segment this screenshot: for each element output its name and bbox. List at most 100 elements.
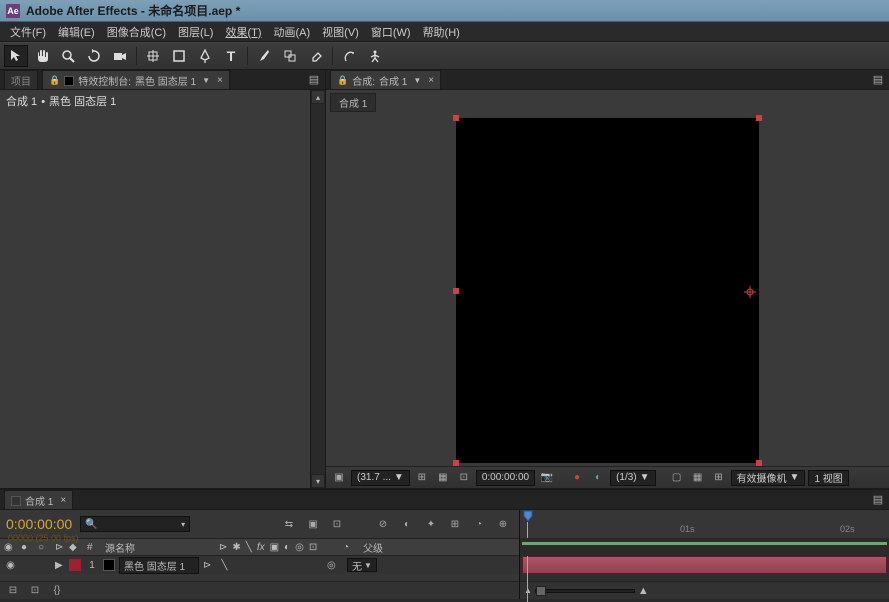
brainstorm-icon[interactable]: ✦ xyxy=(421,515,441,533)
zoom-dropdown[interactable]: (31.7 ...▼ xyxy=(351,470,410,486)
expand-icon[interactable]: ▶ xyxy=(55,560,65,571)
ratio-dropdown[interactable]: (1/3)▼ xyxy=(610,470,655,486)
handle-top-right[interactable] xyxy=(756,115,762,121)
handle-bottom-right[interactable] xyxy=(756,460,762,466)
scroll-down-icon[interactable]: ▾ xyxy=(311,474,325,488)
shy-icon[interactable]: ⊳ xyxy=(55,542,65,553)
label-icon[interactable]: ◆ xyxy=(69,542,83,553)
views-dropdown[interactable]: 1 视图 xyxy=(808,470,848,486)
chevron-down-icon[interactable]: ▼ xyxy=(411,76,421,85)
camera-dropdown[interactable]: 有效摄像机▼ xyxy=(731,470,806,486)
scroll-up-icon[interactable]: ▴ xyxy=(311,90,325,104)
hide-shy-icon[interactable]: ⊡ xyxy=(327,515,347,533)
always-preview-icon[interactable]: ▣ xyxy=(330,470,348,486)
panel-menu-icon[interactable]: ▤ xyxy=(871,73,885,87)
tool-puppet[interactable] xyxy=(363,45,387,67)
menu-window[interactable]: 窗口(W) xyxy=(365,22,417,42)
mask-toggle-icon[interactable]: ⊡ xyxy=(455,470,473,486)
layer-name[interactable]: 黑色 固态层 1 xyxy=(119,557,199,574)
tool-camera[interactable] xyxy=(108,45,132,67)
close-icon[interactable]: × xyxy=(214,75,223,86)
scroll-track[interactable] xyxy=(311,104,325,474)
timeline-timecode[interactable]: 0:00:00:00 xyxy=(6,516,72,532)
layer-label-swatch[interactable] xyxy=(69,559,81,571)
layer-clip[interactable] xyxy=(522,556,887,574)
grid-icon[interactable]: ▦ xyxy=(689,470,707,486)
tool-clone[interactable] xyxy=(278,45,302,67)
close-icon[interactable]: × xyxy=(57,495,66,506)
tool-hand[interactable] xyxy=(30,45,54,67)
zoom-in-icon[interactable]: ▲ xyxy=(638,585,649,597)
scrollbar[interactable]: ▴ ▾ xyxy=(310,90,325,488)
anchor-point-icon[interactable] xyxy=(744,286,754,296)
handle-mid-left[interactable] xyxy=(453,288,459,294)
quality-switch[interactable]: ╲ xyxy=(221,560,227,571)
menu-help[interactable]: 帮助(H) xyxy=(417,22,466,42)
menu-layer[interactable]: 图层(L) xyxy=(172,22,219,42)
draft3d-icon[interactable]: ▣ xyxy=(303,515,323,533)
panel-menu-icon[interactable]: ▤ xyxy=(307,73,321,87)
comp-tab[interactable]: 🔒 合成: 合成 1 ▼ × xyxy=(330,70,441,89)
tool-pen[interactable] xyxy=(193,45,217,67)
color-mgmt-icon[interactable]: ◐ xyxy=(589,470,607,486)
project-tab[interactable]: 项目 xyxy=(4,70,38,89)
mode-icon[interactable]: ◔ xyxy=(343,542,359,553)
chevron-down-icon[interactable]: ▼ xyxy=(200,76,210,85)
toggle-switches-icon[interactable]: ⊟ xyxy=(4,583,22,599)
timeline-tab[interactable]: 合成 1 × xyxy=(4,490,73,509)
effect-controls-tab[interactable]: 🔒 特效控制台: 黑色 固态层 1 ▼ × xyxy=(42,70,230,89)
channel-icon[interactable]: ● xyxy=(568,470,586,486)
menu-effect[interactable]: 效果(T) xyxy=(219,22,267,42)
comp-mini-flow-icon[interactable]: ⇆ xyxy=(279,515,299,533)
close-icon[interactable]: × xyxy=(425,75,434,86)
frame-blend-icon[interactable]: ⊘ xyxy=(373,515,393,533)
timeline-layer-row[interactable]: ◉ ▶ 1 黑色 固态层 1 ⊳ ╲ ◎ xyxy=(0,556,519,574)
solo-icon[interactable]: ● xyxy=(21,542,34,553)
zoom-knob[interactable] xyxy=(536,586,546,596)
toggle-in-out-icon[interactable]: {} xyxy=(48,583,66,599)
playhead-icon[interactable] xyxy=(522,510,534,522)
region-icon[interactable]: ▢ xyxy=(668,470,686,486)
graph-editor-icon[interactable]: ⊞ xyxy=(445,515,465,533)
panel-menu-icon[interactable]: ▤ xyxy=(871,493,885,507)
tool-text[interactable]: T xyxy=(219,45,243,67)
menu-edit[interactable]: 编辑(E) xyxy=(52,22,101,42)
menu-file[interactable]: 文件(F) xyxy=(4,22,52,42)
tool-eraser[interactable] xyxy=(304,45,328,67)
timecode-field[interactable]: 0:00:00:00 xyxy=(476,470,535,486)
parent-dropdown[interactable]: 无 ▼ xyxy=(347,558,377,572)
tool-shape[interactable] xyxy=(167,45,191,67)
viewer[interactable] xyxy=(326,115,889,466)
zoom-track[interactable] xyxy=(535,589,635,593)
time-ruler[interactable]: 01s 02s xyxy=(520,510,889,538)
shy-switch[interactable]: ⊳ xyxy=(203,560,211,571)
zoom-slider[interactable]: ▲ ▲ xyxy=(524,585,649,597)
motion-blur-icon[interactable]: ◐ xyxy=(397,515,417,533)
handle-top-left[interactable] xyxy=(453,115,459,121)
menu-composition[interactable]: 图像合成(C) xyxy=(101,22,172,42)
work-area-bar[interactable] xyxy=(522,542,887,545)
expand-icon[interactable]: ⊕ xyxy=(493,515,513,533)
av-icon[interactable]: ◉ xyxy=(4,542,17,553)
tool-brush[interactable] xyxy=(252,45,276,67)
work-area[interactable] xyxy=(520,538,889,556)
tool-roto[interactable] xyxy=(337,45,361,67)
breadcrumb-item[interactable]: 合成 1 xyxy=(330,93,376,112)
transparency-grid-icon[interactable]: ▦ xyxy=(434,470,452,486)
lock-icon[interactable]: ○ xyxy=(38,542,51,553)
tool-selection[interactable] xyxy=(4,45,28,67)
auto-keyframe-icon[interactable]: ◔ xyxy=(469,515,489,533)
handle-bottom-left[interactable] xyxy=(453,460,459,466)
parent-pick-icon[interactable]: ◎ xyxy=(327,560,343,571)
tool-pan-behind[interactable] xyxy=(141,45,165,67)
visibility-toggle[interactable]: ◉ xyxy=(4,560,17,571)
composition-canvas[interactable] xyxy=(456,118,759,463)
toggle-modes-icon[interactable]: ⊡ xyxy=(26,583,44,599)
menu-animation[interactable]: 动画(A) xyxy=(268,22,317,42)
tool-rotate[interactable] xyxy=(82,45,106,67)
snapshot-icon[interactable]: 📷 xyxy=(538,470,556,486)
resolution-icon[interactable]: ⊞ xyxy=(413,470,431,486)
search-input[interactable]: 🔍 ▾ xyxy=(80,516,190,532)
menu-view[interactable]: 视图(V) xyxy=(316,22,365,42)
guides-icon[interactable]: ⊞ xyxy=(710,470,728,486)
